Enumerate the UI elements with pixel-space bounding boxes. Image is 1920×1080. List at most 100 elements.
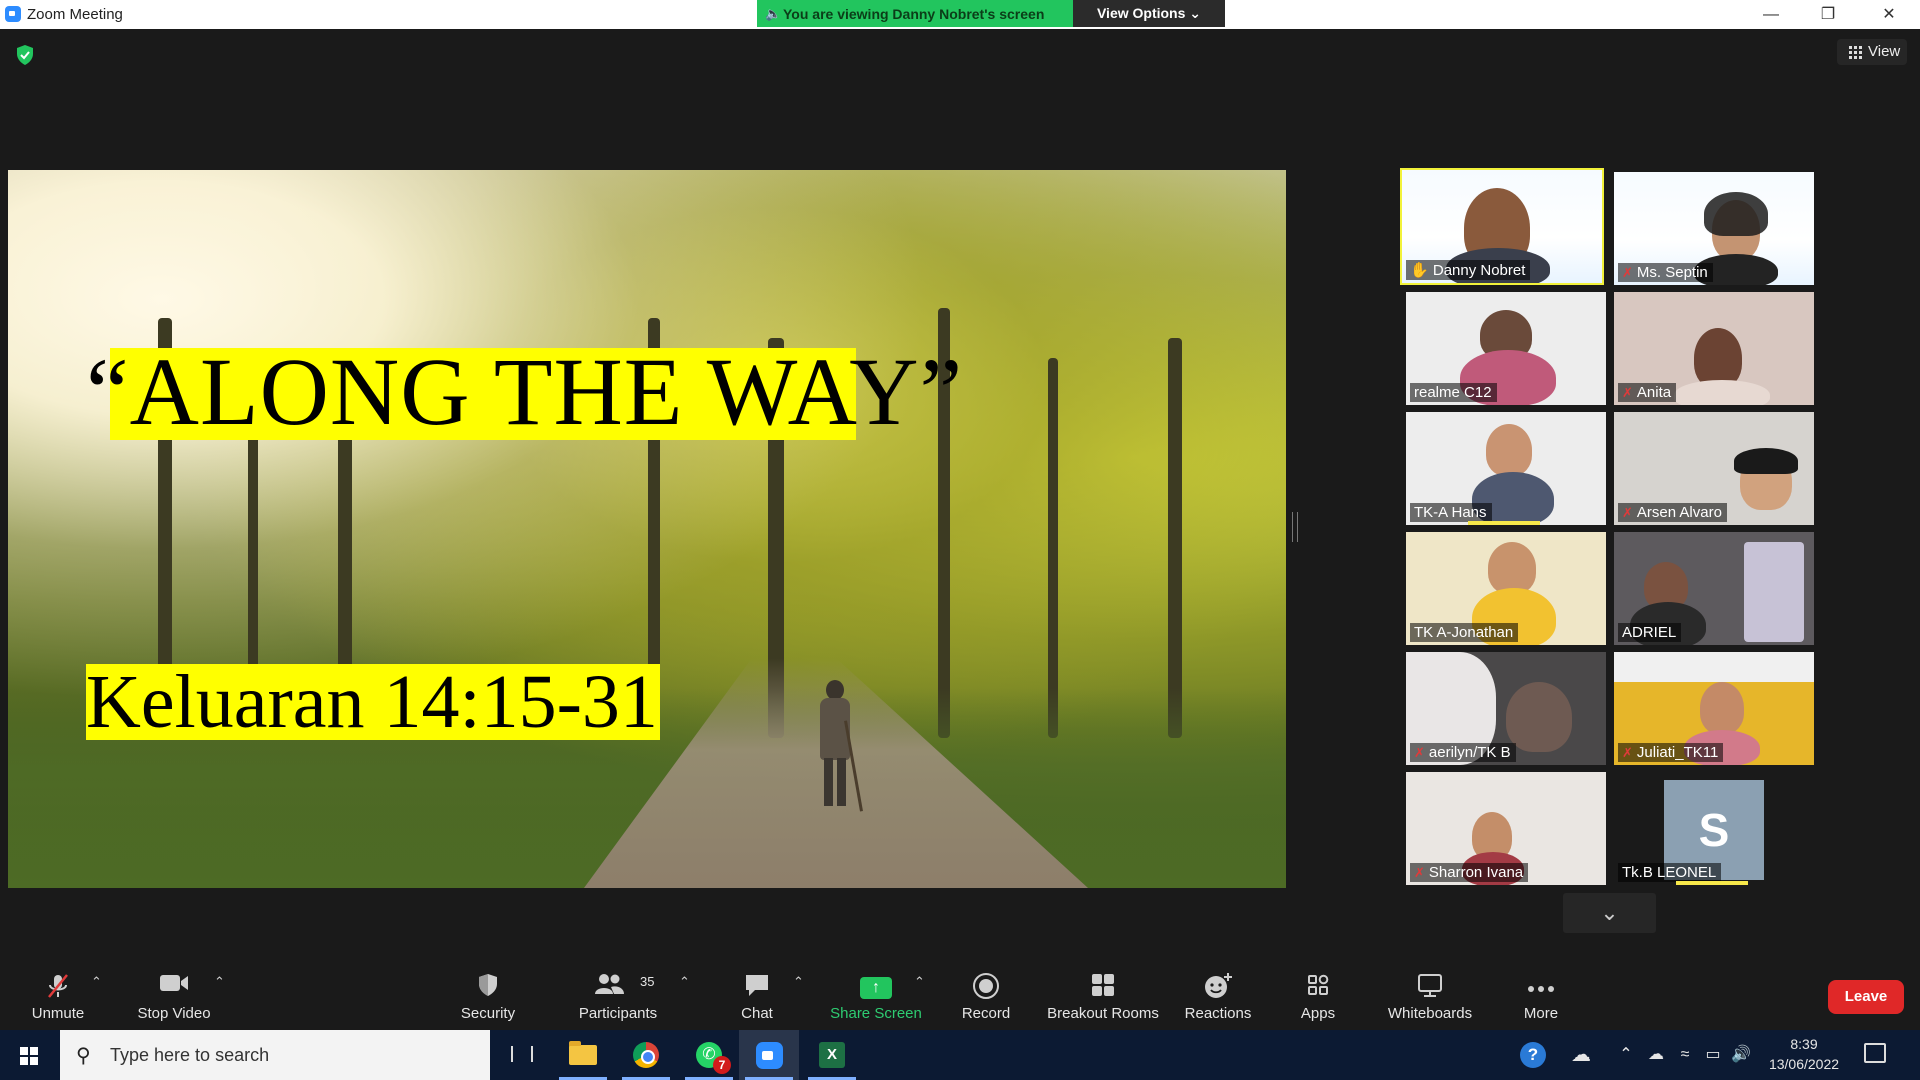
taskbar-search-box[interactable]: ⚲ Type here to search	[60, 1030, 490, 1080]
stop-video-button[interactable]: Stop Video	[128, 950, 220, 1030]
meeting-toolbar: Unmute ⌃ Stop Video ⌃ Security 35 Partic…	[0, 950, 1920, 1030]
chat-button[interactable]: Chat	[717, 950, 797, 1030]
apps-icon	[1278, 972, 1358, 1002]
help-button[interactable]: ?	[1517, 1030, 1549, 1080]
smiley-plus-icon	[1178, 972, 1258, 1002]
participants-count: 35	[640, 974, 655, 989]
zoom-logo-icon	[5, 6, 21, 22]
participant-tile[interactable]: ✗ Ms. Septin	[1614, 172, 1814, 285]
weather-icon[interactable]: ☁	[1566, 1030, 1596, 1080]
participant-tile[interactable]: TK A-Jonathan	[1406, 532, 1606, 645]
close-button[interactable]: ✕	[1866, 0, 1912, 29]
excel-icon: X	[819, 1042, 845, 1068]
more-dots-icon	[1501, 972, 1581, 1002]
muted-mic-icon: ✗	[1622, 265, 1633, 280]
wifi-icon[interactable]: ≈	[1672, 1030, 1698, 1080]
participant-name: realme C12	[1410, 383, 1497, 402]
participant-name: TK A-Jonathan	[1410, 623, 1519, 642]
participant-tile[interactable]: ✋ Danny Nobret	[1400, 168, 1604, 285]
audio-options-caret-icon[interactable]: ⌃	[91, 974, 102, 990]
muted-mic-icon: ✗	[1414, 865, 1425, 880]
viewing-banner-text: You are viewing Danny Nobret's screen	[783, 6, 1045, 22]
zoom-icon	[756, 1042, 783, 1069]
whatsapp-button[interactable]: ✆ 7	[679, 1030, 739, 1080]
windows-taskbar: ⚲ Type here to search ✆ 7 X ? ☁ ⌃ ☁ ≈ ▭ …	[0, 1030, 1920, 1080]
muted-mic-icon: ✗	[1622, 745, 1633, 760]
restore-button[interactable]: ❐	[1805, 0, 1851, 29]
share-options-caret-icon[interactable]: ⌃	[914, 974, 925, 990]
slide-subtitle: Keluaran 14:15-31	[86, 660, 658, 744]
clock-date: 13/06/2022	[1768, 1056, 1840, 1072]
battery-icon[interactable]: ▭	[1700, 1030, 1726, 1080]
participant-tile[interactable]: ✗ Sharron Ivana	[1406, 772, 1606, 885]
record-button[interactable]: Record	[946, 950, 1026, 1030]
notifications-icon[interactable]	[1864, 1043, 1886, 1063]
search-placeholder: Type here to search	[110, 1045, 270, 1065]
minimize-button[interactable]: —	[1748, 0, 1794, 29]
walking-figure	[814, 680, 863, 812]
file-explorer-button[interactable]	[553, 1030, 613, 1080]
leave-meeting-button[interactable]: Leave	[1828, 980, 1904, 1014]
participant-tile[interactable]: ✗ Arsen Alvaro	[1614, 412, 1814, 525]
participant-tile[interactable]: ADRIEL	[1614, 532, 1814, 645]
participant-tile[interactable]: S Tk.B LEONEL	[1614, 772, 1814, 885]
participant-name: ✗ Sharron Ivana	[1410, 863, 1529, 882]
view-options-button[interactable]: View Options ⌄	[1073, 0, 1225, 27]
scroll-participants-down-button[interactable]: ⌄	[1563, 893, 1656, 933]
slide-title: “ALONG THE WAY”	[86, 338, 964, 445]
folder-icon	[569, 1041, 597, 1065]
unmute-button[interactable]: Unmute	[18, 950, 98, 1030]
participant-name: Tk.B LEONEL	[1618, 863, 1722, 882]
volume-icon[interactable]: 🔊	[1728, 1030, 1754, 1080]
show-hidden-icons-chevron-icon[interactable]: ⌃	[1612, 1030, 1640, 1080]
participant-tile[interactable]: ✗ Anita	[1614, 292, 1814, 405]
share-screen-button[interactable]: ↑ Share Screen	[826, 950, 926, 1030]
task-view-button[interactable]	[490, 1030, 550, 1080]
apps-button[interactable]: Apps	[1278, 950, 1358, 1030]
participant-name: ✋ Danny Nobret	[1406, 260, 1531, 280]
muted-mic-icon: ✗	[1414, 745, 1425, 760]
start-button[interactable]	[0, 1030, 60, 1080]
notification-badge: 7	[713, 1056, 731, 1074]
search-icon: ⚲	[76, 1045, 91, 1067]
chrome-button[interactable]	[616, 1030, 676, 1080]
speaking-indicator	[1676, 881, 1748, 885]
zoom-app-button[interactable]	[739, 1030, 799, 1080]
view-layout-button[interactable]: View	[1837, 39, 1907, 65]
windows-logo-icon	[20, 1047, 38, 1065]
breakout-rooms-icon	[1044, 972, 1162, 1002]
excel-button[interactable]: X	[802, 1030, 862, 1080]
reactions-button[interactable]: Reactions	[1178, 950, 1258, 1030]
whiteboards-button[interactable]: Whiteboards	[1380, 950, 1480, 1030]
share-screen-icon: ↑	[826, 972, 926, 1002]
chrome-icon	[633, 1042, 659, 1068]
participants-button[interactable]: 35 Participants	[572, 950, 664, 1030]
participant-tile[interactable]: realme C12	[1406, 292, 1606, 405]
participant-name: ✗ aerilyn/TK B	[1410, 743, 1516, 762]
tree-trunk	[1048, 358, 1058, 738]
tree-trunk	[1168, 338, 1182, 738]
view-options-label: View Options	[1096, 5, 1186, 21]
chevron-down-icon: ⌄	[1189, 5, 1202, 21]
participants-options-caret-icon[interactable]: ⌃	[679, 974, 690, 990]
more-button[interactable]: More	[1501, 950, 1581, 1030]
participant-tile[interactable]: ✗ Juliati_TK11	[1614, 652, 1814, 765]
window-title: Zoom Meeting	[27, 6, 123, 23]
muted-microphone-icon	[18, 972, 98, 1002]
security-button[interactable]: Security	[448, 950, 528, 1030]
clock-time: 8:39	[1790, 1036, 1818, 1052]
muted-mic-icon: ✗	[1622, 505, 1633, 520]
shared-screen: “ALONG THE WAY” Keluaran 14:15-31	[8, 170, 1286, 888]
task-view-icon	[511, 1046, 533, 1062]
participant-name: ✗ Anita	[1618, 383, 1677, 402]
participant-tile[interactable]: ✗ aerilyn/TK B	[1406, 652, 1606, 765]
panel-resize-handle[interactable]	[1292, 512, 1298, 542]
onedrive-cloud-icon[interactable]: ☁	[1642, 1030, 1670, 1080]
breakout-rooms-button[interactable]: Breakout Rooms	[1044, 950, 1162, 1030]
participant-tile[interactable]: TK-A Hans	[1406, 412, 1606, 525]
encryption-shield-icon[interactable]	[14, 44, 36, 66]
video-options-caret-icon[interactable]: ⌃	[214, 974, 225, 990]
taskbar-clock[interactable]: 8:39 13/06/2022	[1756, 1034, 1852, 1074]
chat-options-caret-icon[interactable]: ⌃	[793, 974, 804, 990]
whiteboard-icon	[1380, 972, 1480, 1002]
